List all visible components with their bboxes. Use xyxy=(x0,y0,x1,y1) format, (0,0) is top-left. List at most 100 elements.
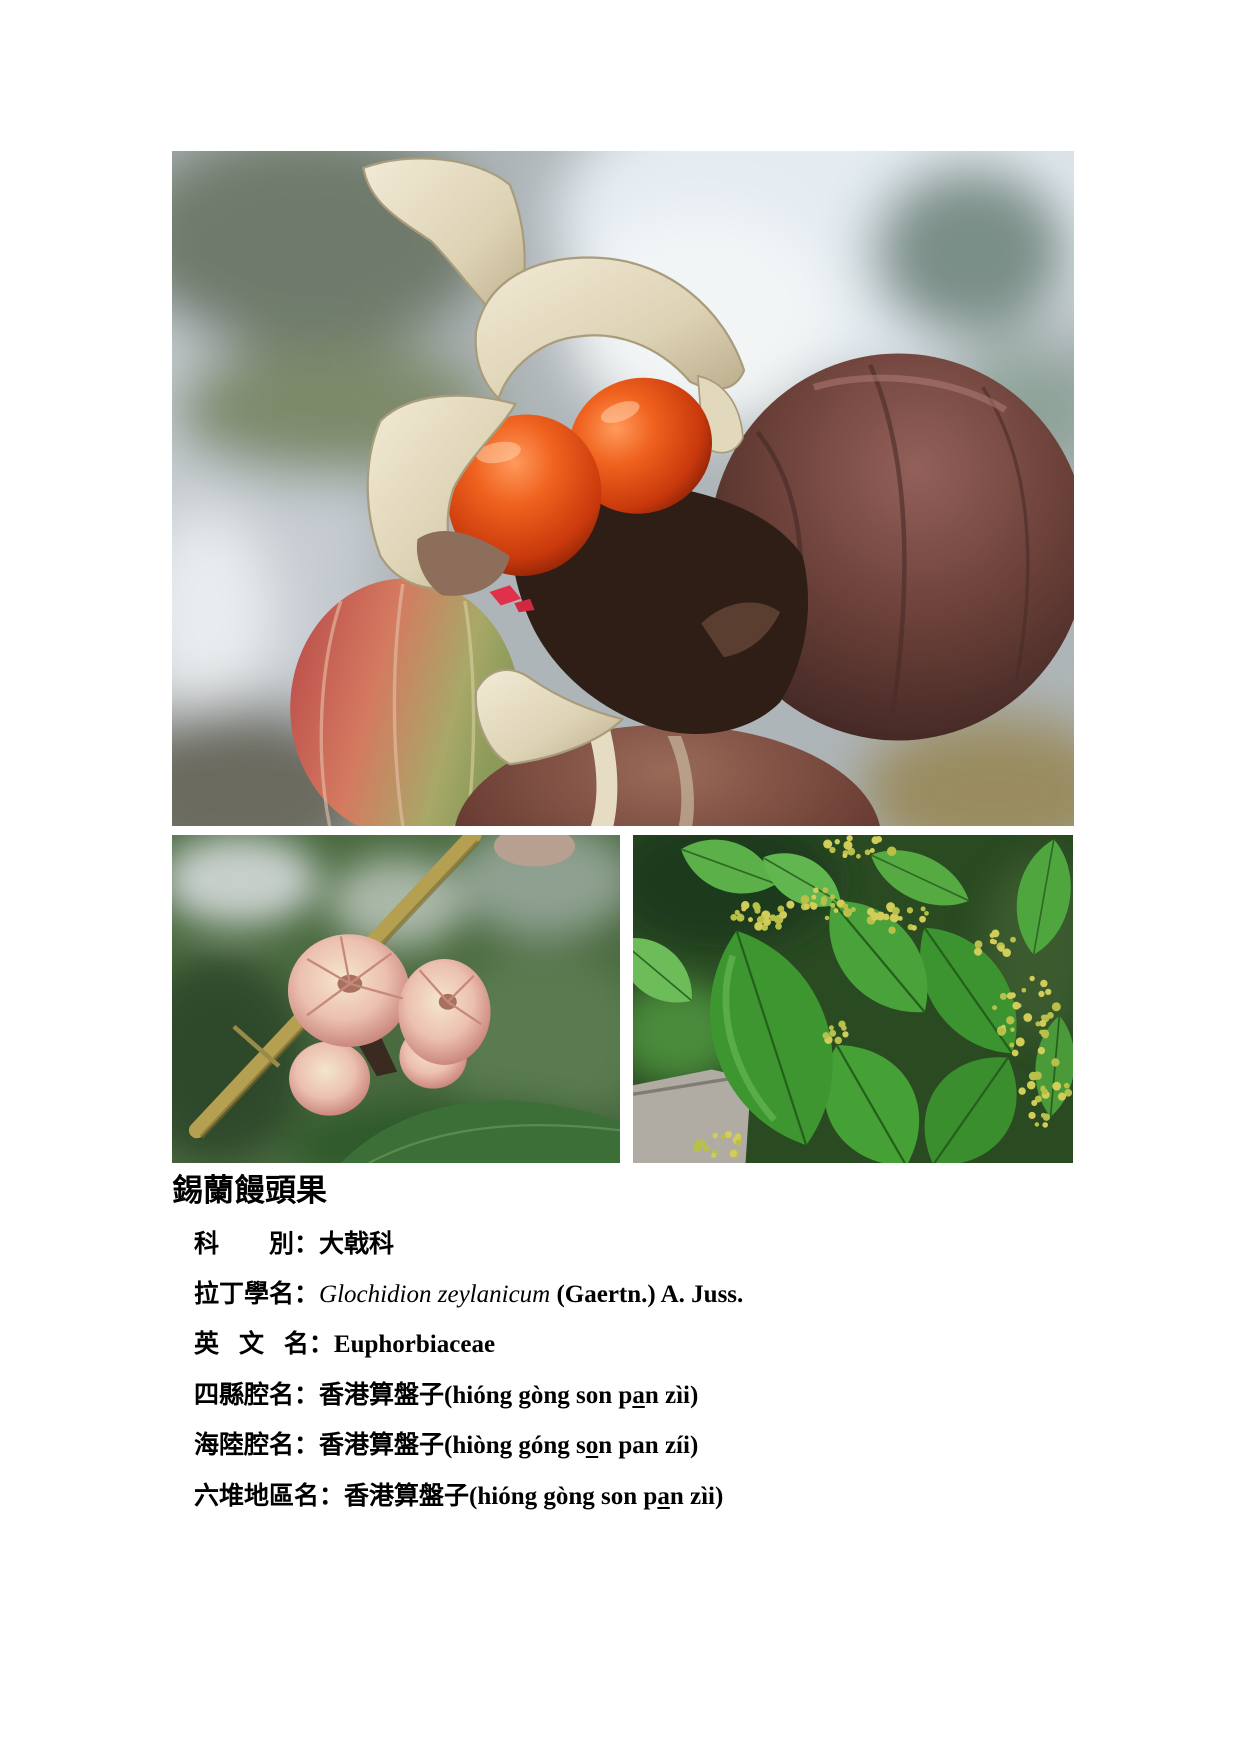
flower-bud xyxy=(822,887,829,894)
flower-bud xyxy=(869,847,875,853)
flower-bud xyxy=(824,915,830,921)
pronunciation-part: (hiòng góng s xyxy=(444,1432,586,1460)
fruit xyxy=(289,1041,371,1116)
flower-bud xyxy=(813,887,819,894)
family-value: 大戟科 xyxy=(319,1229,395,1258)
hailu-name-row: 海陸腔名：香港算盤子(hiòng góng son pan zíi) xyxy=(194,1420,743,1471)
flower-bud xyxy=(998,945,1005,952)
english-name-row: 英 文 名：Euphorbiaceae xyxy=(194,1319,743,1370)
flower-bud xyxy=(1042,1122,1049,1128)
flower-bud xyxy=(1034,1122,1040,1127)
flower-bud xyxy=(730,914,738,921)
flower-bud xyxy=(748,917,753,923)
flower-bud xyxy=(1035,1021,1041,1027)
flower-bud xyxy=(838,1020,846,1028)
hailu-pronunciation: (hiòng góng son pan zíi) xyxy=(444,1432,698,1459)
flower-bud xyxy=(886,846,897,856)
flower-bud xyxy=(989,938,996,944)
flower-bud xyxy=(712,1132,719,1139)
flower-bud xyxy=(1010,1027,1015,1033)
pronunciation-underlined: o xyxy=(585,1432,599,1460)
flower-bud xyxy=(999,992,1007,1000)
latin-binomial: Glochidion zeylanicum xyxy=(319,1280,551,1308)
flower-bud xyxy=(1045,988,1052,996)
flower-bud xyxy=(906,907,914,914)
flower-bud xyxy=(1037,1046,1046,1055)
flower-bud xyxy=(834,838,840,845)
flower-bud xyxy=(864,849,871,856)
flower-bud xyxy=(1033,1071,1042,1080)
liudui-name: 香港算盤子 xyxy=(344,1480,470,1510)
flower-bud xyxy=(736,913,745,922)
hailu-label: 海陸腔名： xyxy=(194,1430,320,1460)
flower-bud xyxy=(777,905,785,913)
pronunciation-underlined: a xyxy=(632,1381,645,1409)
flower-bud xyxy=(1006,992,1014,1000)
flower-bud xyxy=(843,908,853,918)
flower-bud xyxy=(1038,990,1045,998)
flower-bud xyxy=(724,1130,733,1139)
english-name-value: Euphorbiaceae xyxy=(333,1331,496,1359)
species-title: 錫蘭饅頭果 xyxy=(172,1173,327,1209)
hailu-name: 香港算盤子 xyxy=(319,1430,445,1460)
flower-bud xyxy=(1028,1111,1036,1120)
flower-bud xyxy=(1041,1088,1048,1095)
flower-bud xyxy=(1018,1087,1026,1095)
flower-bud xyxy=(829,894,836,900)
latin-authority: (Gaertn.) A. Juss. xyxy=(550,1280,744,1308)
pronunciation-part: n zìi) xyxy=(644,1381,699,1409)
flower-bud xyxy=(1052,1081,1062,1091)
flower-bud xyxy=(850,907,856,912)
flower-bud xyxy=(974,940,983,949)
flower-bud xyxy=(842,903,849,910)
flower-bud xyxy=(833,908,839,913)
latin-name-row: 拉丁學名：Glochidion zeylanicum (Gaertn.) A. … xyxy=(194,1269,743,1320)
species-fields: 科 別：大戟科 拉丁學名：Glochidion zeylanicum (Gaer… xyxy=(194,1219,743,1522)
flower-bud xyxy=(1040,1029,1050,1038)
fruit-cluster-photo xyxy=(172,835,620,1163)
flower-bud xyxy=(1063,1082,1070,1089)
flower-bud xyxy=(803,903,810,910)
flower-bud xyxy=(811,894,817,900)
flower-bud xyxy=(919,915,926,923)
flower-bud xyxy=(924,910,929,916)
flower-bud xyxy=(1009,1042,1015,1048)
flower-bud xyxy=(866,907,875,916)
flower-bud xyxy=(775,923,782,930)
flower-bud xyxy=(1023,1013,1033,1022)
flower-bud xyxy=(735,1139,742,1146)
flower-bud xyxy=(1031,1099,1038,1106)
flower-bud xyxy=(1021,987,1027,993)
flower-bud xyxy=(711,1152,717,1158)
latin-name-label: 拉丁學名： xyxy=(194,1278,320,1308)
flower-bud xyxy=(1051,1058,1060,1067)
flower-bud xyxy=(1040,1112,1046,1118)
flower-bud xyxy=(763,918,771,926)
flower-bud xyxy=(729,1149,738,1158)
flower-bud xyxy=(1011,1049,1019,1057)
flower-bud xyxy=(843,840,853,850)
flower-bud xyxy=(769,914,777,922)
flower-bud xyxy=(800,894,810,904)
flower-bud xyxy=(1040,979,1048,988)
flower-bud xyxy=(834,1036,842,1045)
liudui-name-row: 六堆地區名：香港算盤子(hióng gòng son pan zìi) xyxy=(194,1471,743,1522)
flower-bud xyxy=(1026,1080,1036,1090)
english-name-label: 英 文 名： xyxy=(194,1329,334,1359)
pronunciation-underlined: a xyxy=(657,1482,670,1510)
flower-bud xyxy=(741,901,750,910)
sixian-name-row: 四縣腔名：香港算盤子(hióng gòng son pan zìi) xyxy=(194,1370,743,1421)
sixian-name: 香港算盤子 xyxy=(319,1379,445,1409)
flower-bud xyxy=(992,1005,998,1011)
liudui-label: 六堆地區名： xyxy=(194,1480,345,1510)
fruit-closeup-photo xyxy=(172,151,1074,826)
leaves-flowers-photo xyxy=(633,835,1073,1163)
flower-bud xyxy=(911,925,917,931)
flower-bud xyxy=(822,1032,830,1039)
flower-bud xyxy=(699,1140,707,1147)
flower-bud xyxy=(1057,1092,1067,1101)
sixian-pronunciation: (hióng gòng son pan zìi) xyxy=(444,1382,698,1409)
family-label: 科 別： xyxy=(194,1229,320,1258)
flower-bud xyxy=(823,839,833,849)
fruit xyxy=(398,958,491,1065)
